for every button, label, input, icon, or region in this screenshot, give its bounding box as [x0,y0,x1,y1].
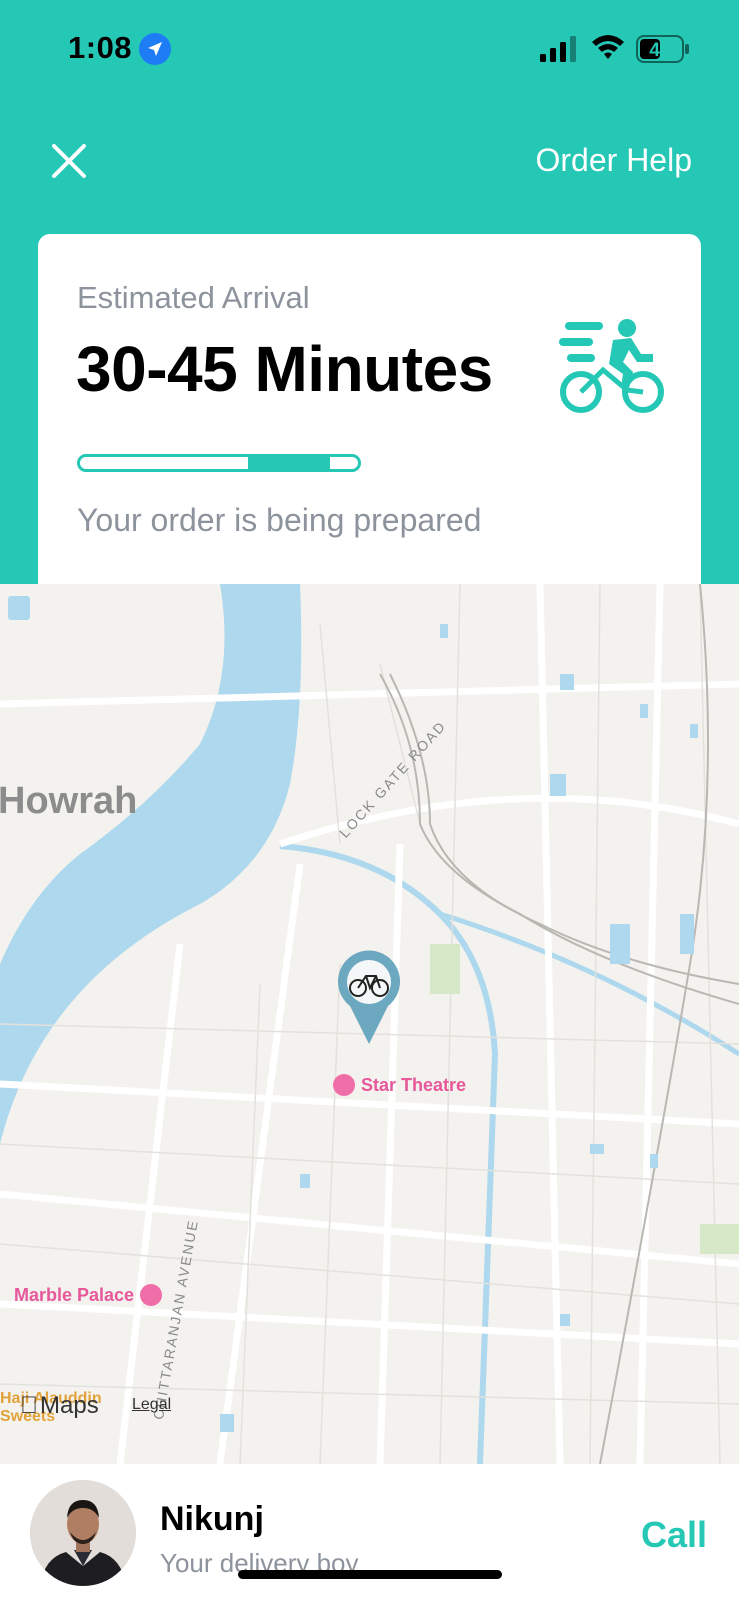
close-icon[interactable] [50,142,88,180]
poi-label: Marble Palace [14,1284,135,1305]
order-help-button[interactable]: Order Help [536,142,693,179]
eta-card: Estimated Arrival 30-45 Minutes Your ord… [38,234,701,594]
battery-level: 44 [649,40,671,61]
progress-segment-active [248,457,330,469]
status-time: 1:08 [68,30,133,65]
order-status-text: Your order is being prepared [77,502,482,538]
poi-label: Star Theatre [361,1074,467,1095]
eta-label: Estimated Arrival [77,280,310,315]
poi-marble-palace[interactable]: Marble Palace [14,1284,163,1306]
theatre-icon [333,1074,355,1096]
bicycle-pin-icon[interactable] [336,950,402,1046]
battery-icon: 44 [636,35,689,63]
museum-icon [140,1284,163,1306]
poi-star-theatre[interactable]: Star Theatre [333,1074,466,1096]
legal-link[interactable]: Legal [132,1396,171,1414]
map-view[interactable]: Howrah LOCK GATE ROAD CHITTARANJAN AVENU… [0,584,739,1464]
wifi-icon [592,35,624,59]
delivery-person-name: Nikunj [160,1500,264,1538]
call-button[interactable]: Call [641,1514,707,1556]
maps-brand-label: Maps [22,1392,99,1419]
avatar [30,1480,136,1586]
order-progress-bar [77,454,361,472]
cellular-signal-icon [540,36,576,62]
location-arrow-icon [139,33,171,65]
eta-value: 30-45 Minutes [76,333,493,405]
apple-logo-icon:  [20,1392,38,1420]
map-label-howrah: Howrah [0,780,138,822]
maps-brand:  Maps [20,1392,99,1420]
status-bar: 1:08 44 [0,0,739,100]
delivery-person-bar: Nikunj Your delivery boy Call [0,1464,739,1600]
bike-rider-icon [559,319,664,413]
home-indicator [238,1570,502,1579]
